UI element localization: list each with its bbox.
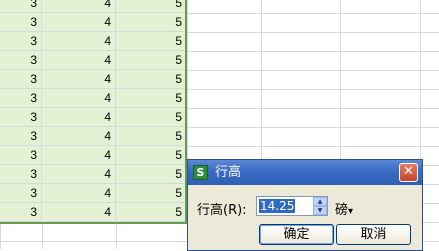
table-cell[interactable]: 3 — [0, 0, 42, 13]
gridline — [116, 224, 117, 249]
unit-dropdown[interactable]: 磅▾ — [335, 199, 353, 218]
dialog-title: 行高 — [215, 165, 242, 180]
close-button[interactable]: ✕ — [399, 163, 418, 182]
table-cell[interactable]: 5 — [116, 146, 187, 165]
table-cell[interactable]: 3 — [0, 89, 42, 108]
row-height-value[interactable]: 14.25 — [259, 199, 296, 213]
table-cell[interactable]: 4 — [42, 0, 116, 13]
table-cell[interactable]: 5 — [116, 184, 187, 203]
table-cell[interactable]: 5 — [116, 32, 187, 51]
table-cell[interactable]: 5 — [116, 108, 187, 127]
row-height-input[interactable]: 14.25 ▲ ▼ — [256, 196, 328, 216]
cancel-button[interactable]: 取消 — [336, 224, 411, 245]
table-cell[interactable]: 5 — [116, 89, 187, 108]
table-cell[interactable]: 5 — [116, 127, 187, 146]
table-cell[interactable]: 5 — [116, 203, 187, 222]
spin-down-icon[interactable]: ▼ — [313, 206, 327, 215]
table-cell[interactable]: 3 — [0, 32, 42, 51]
gridline — [42, 224, 43, 249]
table-cell[interactable]: 3 — [0, 51, 42, 70]
unit-label: 磅 — [335, 203, 349, 218]
dialog-titlebar[interactable]: S 行高 ✕ — [188, 160, 422, 185]
chevron-down-icon: ▾ — [348, 206, 354, 217]
table-cell[interactable]: 3 — [0, 13, 42, 32]
table-cell[interactable]: 4 — [42, 165, 116, 184]
close-icon: ✕ — [403, 164, 414, 179]
table-cell[interactable]: 4 — [42, 184, 116, 203]
gridline — [0, 224, 1, 249]
table-cell[interactable]: 5 — [116, 0, 187, 13]
row-height-label: 行高(R): — [197, 203, 247, 218]
table-cell[interactable]: 3 — [0, 203, 42, 222]
table-cell[interactable]: 3 — [0, 70, 42, 89]
spin-up-icon[interactable]: ▲ — [313, 197, 327, 206]
ok-button[interactable]: 确定 — [259, 224, 334, 245]
table-cell[interactable]: 4 — [42, 203, 116, 222]
wps-app-icon: S — [193, 165, 208, 180]
table-cell[interactable]: 3 — [0, 146, 42, 165]
table-cell[interactable]: 3 — [0, 127, 42, 146]
row-height-dialog: S 行高 ✕ 行高(R): 14.25 ▲ ▼ 磅▾ 确定 取消 — [187, 159, 423, 251]
table-cell[interactable]: 4 — [42, 70, 116, 89]
table-cell[interactable]: 4 — [42, 89, 116, 108]
table-cell[interactable]: 5 — [116, 51, 187, 70]
table-cell[interactable]: 4 — [42, 32, 116, 51]
table-cell[interactable]: 5 — [116, 165, 187, 184]
table-cell[interactable]: 3 — [0, 165, 42, 184]
table-cell[interactable]: 4 — [42, 146, 116, 165]
table-cell[interactable]: 5 — [116, 70, 187, 89]
table-cell[interactable]: 3 — [0, 184, 42, 203]
table-cell[interactable]: 5 — [116, 13, 187, 32]
table-cell[interactable]: 4 — [42, 127, 116, 146]
table-cell[interactable]: 4 — [42, 51, 116, 70]
table-cell[interactable]: 4 — [42, 13, 116, 32]
table-cell[interactable]: 3 — [0, 108, 42, 127]
table-cell[interactable]: 4 — [42, 108, 116, 127]
